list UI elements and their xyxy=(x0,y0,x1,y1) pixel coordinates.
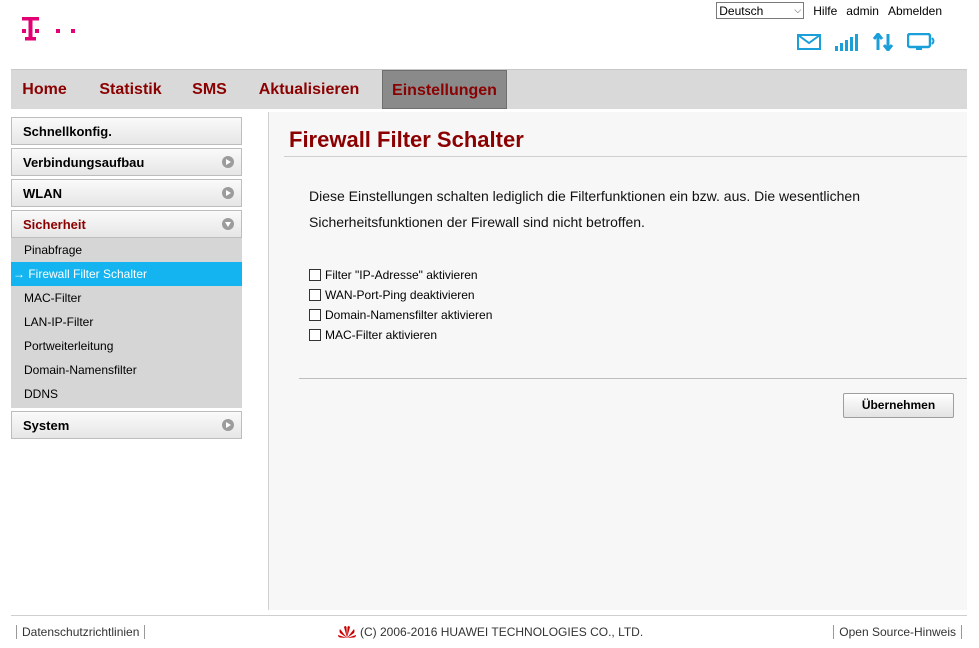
page-title: Firewall Filter Schalter xyxy=(289,127,524,152)
form-divider xyxy=(299,378,967,379)
huawei-logo-icon xyxy=(338,625,356,639)
status-icons xyxy=(797,31,937,56)
help-link[interactable]: Hilfe xyxy=(813,4,837,18)
sidebar-item-system[interactable]: System xyxy=(11,411,242,439)
content-divider xyxy=(268,112,269,610)
checkbox-domain-filter[interactable]: Domain-Namensfilter aktivieren xyxy=(309,307,492,323)
footer-divider xyxy=(11,615,967,616)
open-source-link[interactable]: Open Source-Hinweis xyxy=(833,625,962,639)
sidebar-subitem-pin[interactable]: Pinabfrage xyxy=(11,238,242,262)
sidebar-item-wlan[interactable]: WLAN xyxy=(11,179,242,207)
language-select[interactable]: Deutsch ⌵ xyxy=(716,2,805,19)
checkbox-label: MAC-Filter aktivieren xyxy=(325,328,438,342)
copyright-text: (C) 2006-2016 HUAWEI TECHNOLOGIES CO., L… xyxy=(360,625,644,639)
copyright: (C) 2006-2016 HUAWEI TECHNOLOGIES CO., L… xyxy=(338,625,643,639)
sidebar-item-label: Sicherheit xyxy=(23,217,86,232)
sidebar-subitem-firewall[interactable]: → Firewall Filter Schalter xyxy=(11,262,242,286)
language-value: Deutsch xyxy=(719,3,764,18)
sidebar-subitem-mac-filter[interactable]: MAC-Filter xyxy=(11,286,242,310)
checkbox-wan-ping[interactable]: WAN-Port-Ping deaktivieren xyxy=(309,287,475,303)
top-links: Deutsch ⌵ Hilfe admin Abmelden xyxy=(716,2,942,19)
chevron-down-icon: ⌵ xyxy=(794,5,802,15)
checkbox-mac-filter[interactable]: MAC-Filter aktivieren xyxy=(309,327,437,343)
sidebar-item-quick-config[interactable]: Schnellkonfig. xyxy=(11,117,242,145)
security-submenu: Pinabfrage → Firewall Filter Schalter MA… xyxy=(11,238,242,408)
sidebar: Schnellkonfig. Verbindungsaufbau WLAN Si… xyxy=(11,117,242,442)
sidebar-subitem-domain-filter[interactable]: Domain-Namensfilter xyxy=(11,358,242,382)
checkbox-label: WAN-Port-Ping deaktivieren xyxy=(325,288,475,302)
nav-einstellungen[interactable]: Einstellungen xyxy=(382,70,507,109)
chevron-down-icon xyxy=(222,218,234,230)
sidebar-item-label: Schnellkonfig. xyxy=(23,124,112,139)
sidebar-subitem-port-forwarding[interactable]: Portweiterleitung xyxy=(11,334,242,358)
main-nav: Home Statistik SMS Aktualisieren Einstel… xyxy=(11,69,967,109)
mail-icon[interactable] xyxy=(797,34,821,55)
nav-aktualisieren[interactable]: Aktualisieren xyxy=(249,70,369,109)
chevron-right-icon xyxy=(222,419,234,431)
page-description: Diese Einstellungen schalten lediglich d… xyxy=(309,188,860,230)
connected-device-icon xyxy=(906,32,937,56)
privacy-link[interactable]: Datenschutzrichtlinien xyxy=(16,625,146,639)
nav-sms[interactable]: SMS xyxy=(183,70,236,109)
sidebar-item-connection[interactable]: Verbindungsaufbau xyxy=(11,148,242,176)
sidebar-item-security[interactable]: Sicherheit xyxy=(11,210,242,238)
sidebar-subitem-ddns[interactable]: DDNS xyxy=(11,382,242,406)
checkbox[interactable] xyxy=(309,289,321,301)
title-divider xyxy=(284,156,967,157)
checkbox-label: Domain-Namensfilter aktivieren xyxy=(325,308,493,322)
nav-statistik[interactable]: Statistik xyxy=(89,70,172,109)
user-link[interactable]: admin xyxy=(846,4,879,18)
chevron-right-icon xyxy=(222,156,234,168)
sidebar-item-label: System xyxy=(23,418,70,433)
checkbox[interactable] xyxy=(309,329,321,341)
nav-home[interactable]: Home xyxy=(11,70,78,109)
logout-link[interactable]: Abmelden xyxy=(888,4,942,18)
telekom-logo xyxy=(22,17,92,50)
data-transfer-icon xyxy=(872,31,894,56)
checkbox[interactable] xyxy=(309,309,321,321)
apply-button[interactable]: Übernehmen xyxy=(843,393,954,418)
signal-strength-icon xyxy=(835,33,859,56)
checkbox-ip-filter[interactable]: Filter "IP-Adresse" aktivieren xyxy=(309,267,478,283)
sidebar-item-label: Verbindungsaufbau xyxy=(23,155,145,170)
checkbox-label: Filter "IP-Adresse" aktivieren xyxy=(325,268,478,282)
sidebar-item-label: WLAN xyxy=(23,186,62,201)
sidebar-subitem-lan-ip-filter[interactable]: LAN-IP-Filter xyxy=(11,310,242,334)
checkbox[interactable] xyxy=(309,269,321,281)
chevron-right-icon xyxy=(222,187,234,199)
